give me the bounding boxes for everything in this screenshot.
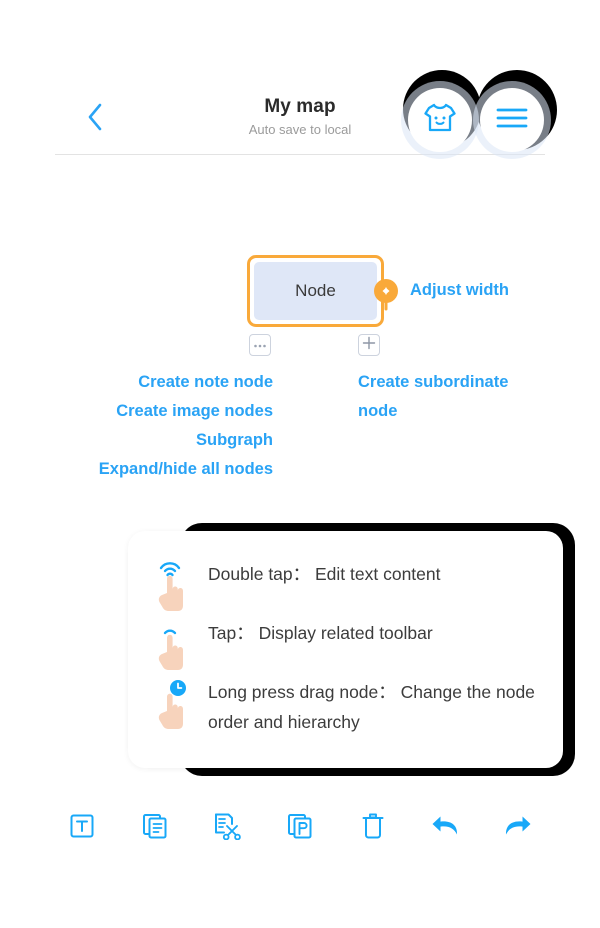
annotation-subgraph: Subgraph [196,431,273,449]
gesture-row-double-tap: Double tap： Edit text content [154,559,441,611]
adjust-width-handle[interactable] [373,278,399,311]
delete-button[interactable] [351,806,395,850]
adjust-width-label: Adjust width [410,281,509,299]
undo-arrow-icon [430,813,460,844]
back-button[interactable] [75,99,115,139]
annotation-create-subordinate-node: Create subordinate node [358,373,509,420]
undo-button[interactable] [423,806,467,850]
gesture-text-double-tap: Double tap： Edit text content [208,564,441,584]
cut-button[interactable] [205,806,249,850]
gesture-text-tap: Tap： Display related toolbar [208,623,433,643]
annotation-create-image-nodes: Create image nodes [116,402,273,420]
left-annotation-list: Create note node Create image nodes Subg… [40,368,273,484]
double-tap-hand-icon [154,559,196,611]
paste-button[interactable] [278,806,322,850]
paste-icon [287,813,313,844]
cut-scissors-icon [213,812,242,845]
node-more-button[interactable] [249,334,271,356]
right-annotation: Create subordinate node [358,368,548,426]
annotation-expand-hide-all-nodes: Expand/hide all nodes [98,460,273,478]
shirt-button[interactable] [408,88,472,152]
gesture-text-long-press: Long press drag node： Change the node or… [208,682,535,732]
annotation-create-note-node: Create note node [138,373,273,391]
mindmap-node-label: Node [295,281,336,300]
ellipsis-icon [253,336,267,354]
mindmap-screen: My map Auto save to local Node Adjust wi… [0,0,600,928]
shirt-smiley-icon [422,101,458,140]
gesture-help-card: Double tap： Edit text content Tap： Displ… [128,531,563,768]
chevron-left-icon [85,102,105,137]
tap-hand-icon [154,618,196,670]
copy-button[interactable] [133,806,177,850]
gesture-row-long-press: Long press drag node： Change the node or… [154,677,563,737]
plus-icon [362,336,376,355]
redo-button[interactable] [496,806,540,850]
trash-icon [361,812,385,845]
adjust-width-handle-icon [373,279,399,316]
mindmap-node[interactable]: Node [247,255,384,327]
text-box-icon [69,813,95,844]
mindmap-node-inner: Node [254,262,377,320]
gesture-row-tap: Tap： Display related toolbar [154,618,433,670]
long-press-hand-icon [154,677,196,729]
redo-arrow-icon [503,813,533,844]
menu-button[interactable] [480,88,544,152]
insert-text-button[interactable] [60,806,104,850]
node-add-button[interactable] [358,334,380,356]
copy-document-icon [142,813,168,844]
bottom-toolbar [60,805,540,851]
hamburger-menu-icon [495,105,529,136]
